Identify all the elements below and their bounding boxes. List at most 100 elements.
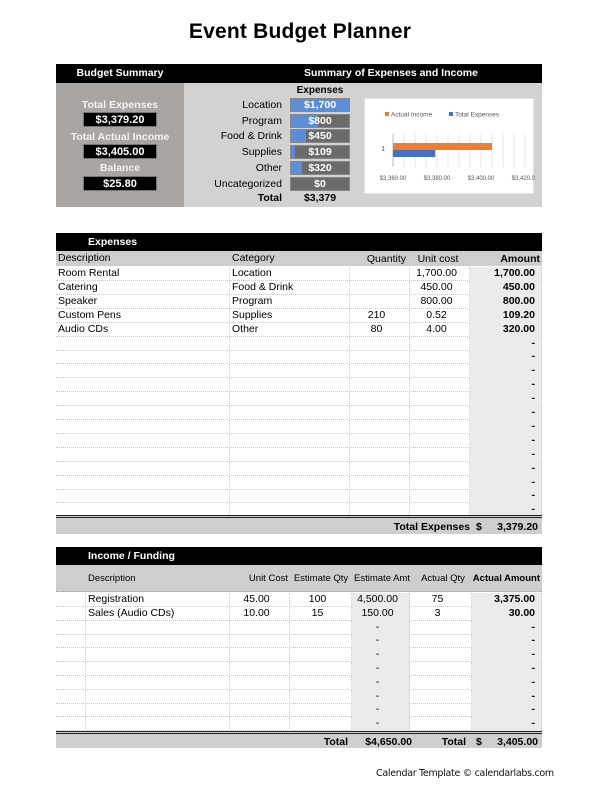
cell-actual-qty[interactable] — [410, 648, 472, 663]
cell-income-unit-cost[interactable] — [230, 717, 290, 732]
cell-description[interactable]: Speaker — [56, 294, 230, 309]
cell-amount[interactable]: 450.00 — [470, 280, 542, 295]
cell-income-description[interactable] — [86, 634, 230, 649]
cell-income-unit-cost[interactable] — [230, 675, 290, 690]
cell-amount[interactable]: - — [470, 475, 542, 490]
cell-description[interactable] — [56, 392, 230, 407]
cell-actual-amount[interactable]: 30.00 — [472, 606, 542, 621]
expense-row[interactable]: - — [56, 489, 542, 504]
cell-description[interactable]: Audio CDs — [56, 322, 230, 337]
cell-estimate-qty[interactable] — [290, 717, 352, 732]
cell-description[interactable] — [56, 350, 230, 365]
cell-actual-amount[interactable]: - — [472, 717, 542, 732]
cell-amount[interactable]: - — [470, 336, 542, 351]
income-row[interactable]: -- — [56, 717, 542, 732]
cell-unit-cost[interactable] — [410, 489, 470, 504]
cell-estimate-amt[interactable]: - — [352, 703, 410, 718]
cell-estimate-qty[interactable]: 15 — [290, 606, 352, 621]
cell-description[interactable] — [56, 378, 230, 393]
cell-income-unit-cost[interactable]: 10.00 — [230, 606, 290, 621]
cell-description[interactable]: Custom Pens — [56, 308, 230, 323]
expense-row[interactable]: - — [56, 350, 542, 365]
cell-unit-cost[interactable] — [410, 378, 470, 393]
cell-actual-qty[interactable] — [410, 634, 472, 649]
cell-actual-qty[interactable] — [410, 717, 472, 732]
cell-actual-qty[interactable] — [410, 703, 472, 718]
cell-income-unit-cost[interactable]: 45.00 — [230, 593, 290, 607]
cell-estimate-amt[interactable]: - — [352, 634, 410, 649]
cell-description[interactable] — [56, 475, 230, 490]
cell-unit-cost[interactable] — [410, 336, 470, 351]
cell-description[interactable] — [56, 336, 230, 351]
cell-unit-cost[interactable] — [410, 419, 470, 434]
income-row[interactable]: -- — [56, 675, 542, 690]
cell-estimate-qty[interactable] — [290, 689, 352, 704]
income-row[interactable]: -- — [56, 703, 542, 718]
cell-income-description[interactable] — [86, 662, 230, 676]
cell-estimate-qty[interactable] — [290, 620, 352, 635]
income-row[interactable]: -- — [56, 648, 542, 663]
cell-estimate-qty[interactable] — [290, 662, 352, 676]
cell-estimate-amt[interactable]: - — [352, 689, 410, 704]
expense-row[interactable]: - — [56, 406, 542, 420]
cell-estimate-amt[interactable]: 150.00 — [352, 606, 410, 621]
cell-amount[interactable]: - — [470, 419, 542, 434]
cell-category[interactable] — [230, 392, 350, 407]
cell-unit-cost[interactable]: 1,700.00 — [410, 267, 470, 281]
cell-amount[interactable]: - — [470, 350, 542, 365]
expense-row[interactable]: - — [56, 378, 542, 393]
cell-income-unit-cost[interactable] — [230, 662, 290, 676]
cell-category[interactable] — [230, 364, 350, 379]
cell-category[interactable] — [230, 378, 350, 393]
cell-actual-amount[interactable]: - — [472, 662, 542, 676]
cell-quantity[interactable] — [350, 378, 410, 393]
cell-actual-amount[interactable]: - — [472, 648, 542, 663]
cell-actual-qty[interactable] — [410, 662, 472, 676]
cell-category[interactable] — [230, 489, 350, 504]
cell-actual-amount[interactable]: - — [472, 675, 542, 690]
cell-amount[interactable]: - — [470, 489, 542, 504]
cell-estimate-qty[interactable] — [290, 648, 352, 663]
cell-actual-qty[interactable]: 75 — [410, 593, 472, 607]
cell-quantity[interactable]: 210 — [350, 308, 410, 323]
cell-quantity[interactable] — [350, 475, 410, 490]
cell-income-unit-cost[interactable] — [230, 620, 290, 635]
cell-actual-amount[interactable]: - — [472, 634, 542, 649]
cell-amount[interactable]: - — [470, 461, 542, 476]
cell-unit-cost[interactable] — [410, 364, 470, 379]
cell-category[interactable]: Supplies — [230, 308, 350, 323]
cell-income-unit-cost[interactable] — [230, 634, 290, 649]
cell-category[interactable]: Program — [230, 294, 350, 309]
cell-amount[interactable]: - — [470, 447, 542, 462]
cell-quantity[interactable] — [350, 280, 410, 295]
cell-description[interactable]: Catering — [56, 280, 230, 295]
expense-row[interactable]: - — [56, 447, 542, 462]
cell-income-description[interactable] — [86, 689, 230, 704]
income-row[interactable]: -- — [56, 634, 542, 649]
cell-income-description[interactable] — [86, 620, 230, 635]
cell-category[interactable] — [230, 433, 350, 448]
income-row[interactable]: Sales (Audio CDs) 10.00 15 150.00 3 30.00 — [56, 606, 542, 621]
cell-category[interactable] — [230, 350, 350, 365]
cell-income-description[interactable] — [86, 703, 230, 718]
cell-category[interactable] — [230, 447, 350, 462]
cell-actual-qty[interactable] — [410, 689, 472, 704]
expense-row[interactable]: - — [56, 433, 542, 448]
cell-category[interactable]: Location — [230, 267, 350, 281]
cell-amount[interactable]: - — [470, 378, 542, 393]
cell-quantity[interactable] — [350, 489, 410, 504]
cell-estimate-amt[interactable]: - — [352, 717, 410, 732]
cell-estimate-qty[interactable]: 100 — [290, 593, 352, 607]
cell-estimate-amt[interactable]: - — [352, 648, 410, 663]
income-row[interactable]: -- — [56, 662, 542, 676]
expense-row[interactable]: - — [56, 419, 542, 434]
cell-description[interactable]: Room Rental — [56, 267, 230, 281]
cell-unit-cost[interactable] — [410, 392, 470, 407]
cell-quantity[interactable] — [350, 461, 410, 476]
cell-actual-qty[interactable]: 3 — [410, 606, 472, 621]
cell-amount[interactable]: - — [470, 364, 542, 379]
cell-unit-cost[interactable] — [410, 406, 470, 420]
cell-description[interactable] — [56, 406, 230, 420]
cell-actual-amount[interactable]: - — [472, 689, 542, 704]
cell-amount[interactable]: - — [470, 392, 542, 407]
